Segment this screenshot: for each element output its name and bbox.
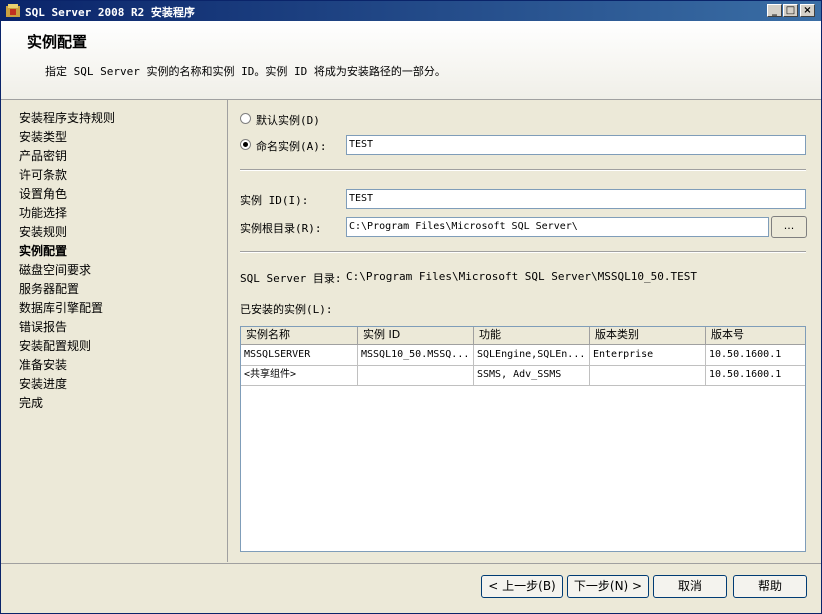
- table-cell: SQLEngine,SQLEn...: [474, 345, 590, 365]
- table-cell: MSSQLSERVER: [241, 345, 358, 365]
- table-header: 实例名称 实例 ID 功能 版本类别 版本号: [241, 327, 805, 345]
- close-button[interactable]: ×: [800, 4, 815, 17]
- sidebar-item-setup-type[interactable]: 安装类型: [19, 128, 67, 145]
- installed-instances-label: 已安装的实例(L):: [240, 303, 333, 316]
- sidebar-item-complete[interactable]: 完成: [19, 394, 43, 411]
- sql-server-directory-value: C:\Program Files\Microsoft SQL Server\MS…: [346, 270, 697, 283]
- window-title: SQL Server 2008 R2 安装程序: [25, 6, 195, 19]
- table-row[interactable]: MSSQLSERVER MSSQL10_50.MSSQ... SQLEngine…: [241, 345, 805, 366]
- default-instance-label[interactable]: 默认实例(D): [256, 112, 320, 128]
- cancel-button[interactable]: 取消: [653, 575, 727, 598]
- sql-server-app-icon: [6, 4, 20, 17]
- column-header-edition[interactable]: 版本类别: [590, 327, 706, 344]
- sidebar-item-instance-configuration[interactable]: 实例配置: [19, 242, 67, 259]
- sidebar-item-product-key[interactable]: 产品密钥: [19, 147, 67, 164]
- page-description: 指定 SQL Server 实例的名称和实例 ID。实例 ID 将成为安装路径的…: [45, 65, 446, 78]
- instance-config-panel: 默认实例(D) 命名实例(A): TEST 实例 ID(I): TEST 实例根…: [228, 100, 821, 562]
- sidebar-item-error-reporting[interactable]: 错误报告: [19, 318, 67, 335]
- sidebar-item-setup-support-rules[interactable]: 安装程序支持规则: [19, 109, 115, 126]
- instance-root-label: 实例根目录(R):: [240, 222, 322, 235]
- sidebar-item-disk-space[interactable]: 磁盘空间要求: [19, 261, 91, 278]
- column-header-instance-id[interactable]: 实例 ID: [358, 327, 474, 344]
- table-cell: [358, 365, 474, 385]
- page-header: 实例配置 指定 SQL Server 实例的名称和实例 ID。实例 ID 将成为…: [1, 21, 821, 100]
- sidebar-item-database-engine[interactable]: 数据库引擎配置: [19, 299, 103, 316]
- instance-id-input[interactable]: TEST: [346, 189, 806, 209]
- steps-sidebar: 安装程序支持规则 安装类型 产品密钥 许可条款 设置角色 功能选择 安装规则 实…: [1, 100, 228, 562]
- sql-server-directory-label: SQL Server 目录:: [240, 272, 342, 285]
- sidebar-item-installation-config-rules[interactable]: 安装配置规则: [19, 337, 91, 354]
- help-button[interactable]: 帮助: [733, 575, 807, 598]
- maximize-button[interactable]: □: [783, 4, 798, 17]
- sidebar-item-license-terms[interactable]: 许可条款: [19, 166, 67, 183]
- table-row[interactable]: <共享组件> SSMS, Adv_SSMS 10.50.1600.1: [241, 365, 805, 386]
- footer-bar: < 上一步(B) 下一步(N) > 取消 帮助: [1, 563, 821, 614]
- sidebar-item-feature-selection[interactable]: 功能选择: [19, 204, 67, 221]
- named-instance-radio[interactable]: [240, 139, 251, 150]
- sidebar-item-server-configuration[interactable]: 服务器配置: [19, 280, 79, 297]
- table-cell: SSMS, Adv_SSMS: [474, 365, 590, 385]
- table-cell: 10.50.1600.1: [709, 369, 782, 380]
- named-instance-input[interactable]: TEST: [346, 135, 806, 155]
- page-title: 实例配置: [27, 33, 88, 51]
- instance-root-input[interactable]: C:\Program Files\Microsoft SQL Server\: [346, 217, 769, 237]
- table-cell: [590, 365, 706, 385]
- next-button[interactable]: 下一步(N) >: [567, 575, 649, 598]
- divider: [240, 169, 806, 171]
- named-instance-label[interactable]: 命名实例(A):: [256, 138, 327, 154]
- title-bar: SQL Server 2008 R2 安装程序 _ □ ×: [1, 1, 821, 21]
- column-header-features[interactable]: 功能: [474, 327, 590, 344]
- installer-window: SQL Server 2008 R2 安装程序 _ □ × 实例配置 指定 SQ…: [0, 0, 822, 614]
- table-cell: Enterprise: [590, 345, 706, 365]
- default-instance-radio[interactable]: [240, 113, 251, 124]
- installed-instances-table[interactable]: 实例名称 实例 ID 功能 版本类别 版本号 MSSQLSERVER MSSQL…: [240, 326, 806, 552]
- instance-id-label: 实例 ID(I):: [240, 194, 309, 207]
- sidebar-item-setup-role[interactable]: 设置角色: [19, 185, 67, 202]
- sidebar-item-ready-to-install[interactable]: 准备安装: [19, 356, 67, 373]
- divider: [240, 251, 806, 253]
- sidebar-item-installation-progress[interactable]: 安装进度: [19, 375, 67, 392]
- table-cell: MSSQL10_50.MSSQ...: [358, 345, 474, 365]
- column-header-instance-name[interactable]: 实例名称: [241, 327, 358, 344]
- browse-button[interactable]: ...: [771, 216, 807, 238]
- minimize-button[interactable]: _: [767, 4, 782, 17]
- sidebar-item-installation-rules[interactable]: 安装规则: [19, 223, 67, 240]
- back-button[interactable]: < 上一步(B): [481, 575, 563, 598]
- table-cell: 10.50.1600.1: [709, 349, 782, 360]
- column-header-version[interactable]: 版本号: [706, 327, 805, 344]
- table-cell: <共享组件>: [241, 365, 358, 385]
